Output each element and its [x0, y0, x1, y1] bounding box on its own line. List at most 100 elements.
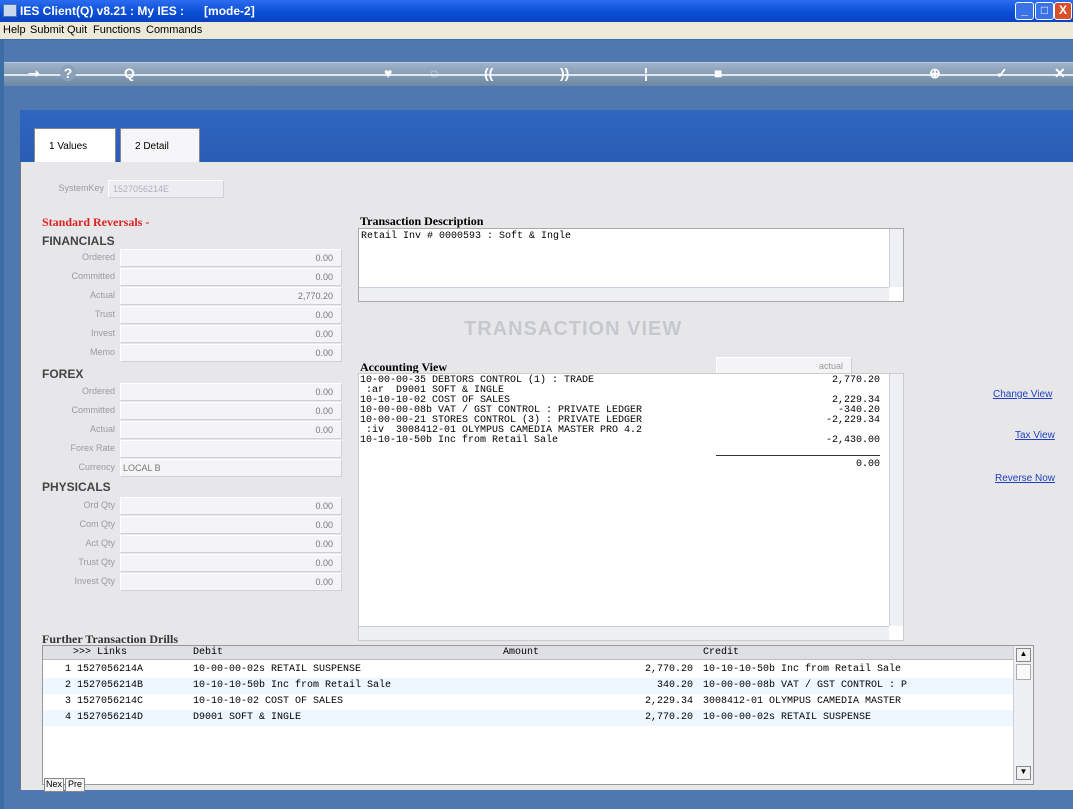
- com-qty-label: Com Qty: [79, 519, 115, 529]
- row-link[interactable]: 1527056214A: [77, 664, 143, 675]
- menu-submit[interactable]: Submit: [30, 24, 64, 36]
- row-debit: 10-10-10-50b Inc from Retail Sale: [193, 680, 392, 691]
- accounting-vscroll[interactable]: [889, 374, 903, 626]
- currency-label: Currency: [78, 462, 115, 472]
- acct-amount: -2,430.00: [825, 435, 880, 446]
- square-icon[interactable]: ■: [714, 65, 722, 81]
- minimize-button[interactable]: _: [1015, 2, 1034, 20]
- forex-rate-field[interactable]: [120, 440, 342, 458]
- row-debit: 10-00-00-02s RETAIL SUSPENSE: [193, 664, 362, 675]
- app-icon: [3, 4, 17, 17]
- committed-field[interactable]: 0.00: [120, 268, 342, 286]
- close-button[interactable]: X: [1054, 2, 1072, 20]
- row-link[interactable]: 1527056214D: [77, 712, 143, 723]
- drills-vscroll[interactable]: ▲ ▼: [1013, 646, 1033, 784]
- trust-qty-field[interactable]: 0.00: [120, 554, 342, 572]
- settings-icon[interactable]: ⊕: [929, 65, 941, 82]
- drills-header: >>> Links Debit Amount Credit: [43, 646, 1013, 660]
- forex-committed-field[interactable]: 0.00: [120, 402, 342, 420]
- ordered-field[interactable]: 0.00: [120, 249, 342, 267]
- description-hscroll[interactable]: [359, 287, 889, 301]
- drills-table: >>> Links Debit Amount Credit 1 15270562…: [42, 645, 1034, 785]
- forward-icon[interactable]: )): [560, 65, 569, 81]
- tab-detail[interactable]: 2 Detail: [120, 128, 200, 162]
- transaction-view-title: TRANSACTION VIEW: [464, 318, 683, 340]
- tab-values[interactable]: 1 Values: [34, 128, 116, 162]
- description-vscroll[interactable]: [889, 229, 903, 287]
- system-key-field[interactable]: 1527056214E: [108, 180, 224, 198]
- reverse-now-link[interactable]: Reverse Now: [995, 473, 1055, 484]
- next-button[interactable]: Nex: [44, 778, 64, 792]
- table-row[interactable]: 3 1527056214C 10-10-10-02 COST OF SALES …: [43, 694, 1013, 710]
- system-key-label: SystemKey: [58, 183, 104, 193]
- trust-label: Trust: [94, 309, 115, 319]
- memo-field[interactable]: 0.00: [120, 344, 342, 362]
- transaction-description-box[interactable]: Retail Inv # 0000593 : Soft & Ingle: [358, 228, 904, 302]
- menu-quit[interactable]: Quit: [67, 24, 87, 36]
- row-number: 3: [65, 696, 72, 707]
- close-form-icon[interactable]: ✕: [1054, 65, 1066, 82]
- com-qty-field[interactable]: 0.00: [120, 516, 342, 534]
- title-bar: IES Client(Q) v8.21 : My IES : [mode-2] …: [0, 0, 1073, 22]
- arrow-right-icon[interactable]: ➝: [28, 65, 40, 82]
- acct-amount: -2,229.34: [825, 415, 880, 426]
- ord-qty-field[interactable]: 0.00: [120, 497, 342, 515]
- physicals-title: PHYSICALS: [42, 480, 111, 494]
- pipe-icon[interactable]: ¦: [644, 65, 648, 81]
- act-qty-label: Act Qty: [85, 538, 115, 548]
- menu-help[interactable]: Help: [3, 24, 26, 36]
- help-icon[interactable]: ?: [60, 65, 76, 81]
- menu-commands[interactable]: Commands: [146, 24, 202, 36]
- trust-qty-label: Trust Qty: [78, 557, 115, 567]
- window-title: IES Client(Q) v8.21 : My IES : [mode-2]: [20, 4, 255, 18]
- invest-label: Invest: [90, 328, 115, 338]
- acct-line: 10-10-10-50b Inc from Retail Sale: [360, 435, 559, 446]
- change-view-link[interactable]: Change View: [993, 389, 1052, 400]
- invest-field[interactable]: 0.00: [120, 325, 342, 343]
- maximize-button[interactable]: □: [1035, 2, 1054, 20]
- row-debit: D9001 SOFT & INGLE: [193, 712, 302, 723]
- debit-header: Debit: [193, 647, 224, 658]
- menu-functions[interactable]: Functions: [93, 24, 141, 36]
- table-row[interactable]: 1 1527056214A 10-00-00-02s RETAIL SUSPEN…: [43, 662, 1013, 678]
- check-icon[interactable]: ✓: [996, 65, 1008, 82]
- invest-qty-field[interactable]: 0.00: [120, 573, 342, 591]
- tax-view-link[interactable]: Tax View: [1015, 430, 1055, 441]
- row-number: 4: [65, 712, 72, 723]
- invest-qty-label: Invest Qty: [74, 576, 115, 586]
- row-credit: 10-10-10-50b Inc from Retail Sale: [703, 664, 902, 675]
- table-row[interactable]: 2 1527056214B 10-10-10-50b Inc from Reta…: [43, 678, 1013, 694]
- row-link[interactable]: 1527056214C: [77, 696, 143, 707]
- accounting-hscroll[interactable]: [359, 626, 889, 640]
- scroll-down-icon[interactable]: ▼: [1016, 766, 1031, 780]
- memo-label: Memo: [89, 347, 115, 357]
- row-amount: 2,770.20: [644, 712, 693, 723]
- total-divider: [716, 455, 880, 456]
- row-debit: 10-10-10-02 COST OF SALES: [193, 696, 344, 707]
- actual-field[interactable]: 2,770.20: [120, 287, 342, 305]
- committed-label: Committed: [71, 271, 115, 281]
- prev-button[interactable]: Pre: [65, 778, 85, 792]
- currency-field[interactable]: LOCAL B: [120, 459, 342, 477]
- row-amount: 340.20: [656, 680, 693, 691]
- amount-header: Amount: [503, 647, 540, 658]
- financials-title: FINANCIALS: [42, 234, 115, 248]
- trust-field[interactable]: 0.00: [120, 306, 342, 324]
- links-header: >>> Links: [73, 647, 128, 658]
- row-link[interactable]: 1527056214B: [77, 680, 143, 691]
- forex-ordered-field[interactable]: 0.00: [120, 383, 342, 401]
- forex-actual-field[interactable]: 0.00: [120, 421, 342, 439]
- credit-header: Credit: [703, 647, 740, 658]
- act-qty-field[interactable]: 0.00: [120, 535, 342, 553]
- ord-qty-label: Ord Qty: [83, 500, 115, 510]
- scroll-thumb[interactable]: [1016, 664, 1031, 680]
- heart-icon[interactable]: ♥: [384, 65, 392, 81]
- refresh-icon[interactable]: ◌: [430, 65, 438, 81]
- row-number: 2: [65, 680, 72, 691]
- scroll-up-icon[interactable]: ▲: [1016, 648, 1031, 662]
- search-icon[interactable]: Q: [124, 65, 135, 81]
- table-row[interactable]: 4 1527056214D D9001 SOFT & INGLE 2,770.2…: [43, 710, 1013, 726]
- ordered-label: Ordered: [81, 252, 115, 262]
- left-frame: [4, 126, 20, 791]
- back-icon[interactable]: ((: [484, 65, 493, 81]
